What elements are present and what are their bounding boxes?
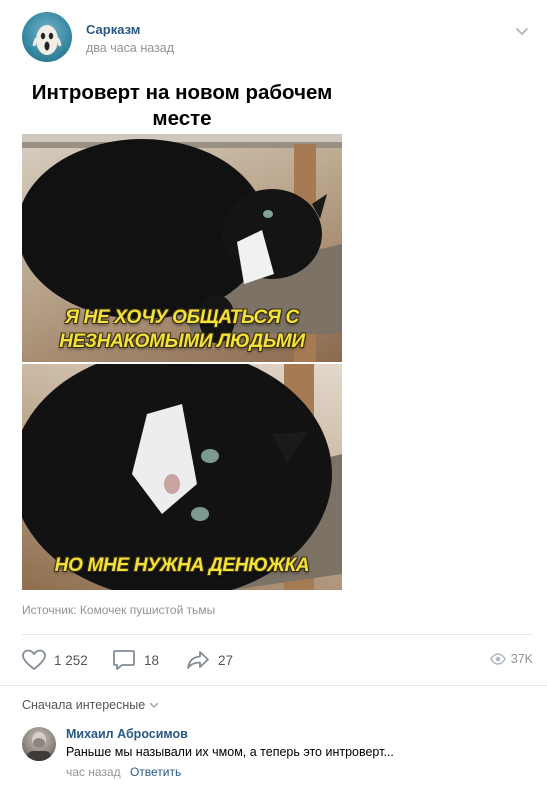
comment-sort-label: Сначала интересные bbox=[22, 698, 146, 712]
heart-icon bbox=[22, 649, 46, 671]
divider bbox=[0, 685, 547, 686]
scream-face-icon bbox=[32, 25, 62, 55]
comment-text: Раньше мы называли их чмом, а теперь это… bbox=[66, 745, 394, 759]
view-counter: 37K bbox=[489, 652, 533, 666]
reply-button[interactable]: Ответить bbox=[130, 765, 181, 779]
divider bbox=[22, 634, 533, 635]
like-button[interactable]: 1 252 bbox=[22, 648, 88, 672]
meme-caption-bottom: НО МНЕ НУЖНА ДЕНЮЖКА bbox=[54, 555, 310, 576]
comment-button[interactable]: 18 bbox=[112, 648, 159, 672]
post-header: Сарказм два часа назад bbox=[22, 12, 535, 64]
person-photo bbox=[27, 732, 51, 761]
chevron-down-icon[interactable] bbox=[515, 26, 529, 36]
share-button[interactable]: 27 bbox=[186, 648, 233, 672]
comment-sort-dropdown[interactable]: Сначала интересные bbox=[22, 698, 159, 712]
comment-author-link[interactable]: Михаил Абросимов bbox=[66, 727, 188, 741]
eye-icon bbox=[489, 653, 506, 665]
meme-title: Интроверт на новом рабочем месте bbox=[31, 81, 333, 130]
post-author-link[interactable]: Сарказм bbox=[86, 22, 140, 37]
view-count: 37K bbox=[510, 652, 533, 666]
community-avatar[interactable] bbox=[22, 12, 72, 62]
comment-time[interactable]: час назад bbox=[66, 765, 121, 779]
commenter-avatar[interactable] bbox=[22, 727, 56, 761]
post-time[interactable]: два часа назад bbox=[86, 41, 174, 55]
share-count: 27 bbox=[218, 652, 234, 668]
comment-icon bbox=[113, 650, 135, 670]
comment-meta: час назад Ответить bbox=[66, 765, 181, 779]
meme-panel-top: Я НЕ ХОЧУ ОБЩАТЬСЯ С НЕЗНАКОМЫМИ ЛЮДЬМИ bbox=[22, 134, 342, 362]
post-image[interactable]: Я НЕ ХОЧУ ОБЩАТЬСЯ С НЕЗНАКОМЫМИ ЛЮДЬМИ … bbox=[22, 134, 342, 590]
comment-count: 18 bbox=[144, 652, 160, 668]
chevron-down-icon bbox=[150, 702, 159, 708]
like-count: 1 252 bbox=[54, 652, 88, 668]
meme-caption-top: Я НЕ ХОЧУ ОБЩАТЬСЯ С НЕЗНАКОМЫМИ ЛЮДЬМИ bbox=[59, 307, 305, 352]
share-icon bbox=[187, 651, 209, 669]
meme-panel-bottom: НО МНЕ НУЖНА ДЕНЮЖКА bbox=[22, 364, 342, 590]
post-source-link[interactable]: Источник: Комочек пушистой тьмы bbox=[22, 603, 215, 617]
